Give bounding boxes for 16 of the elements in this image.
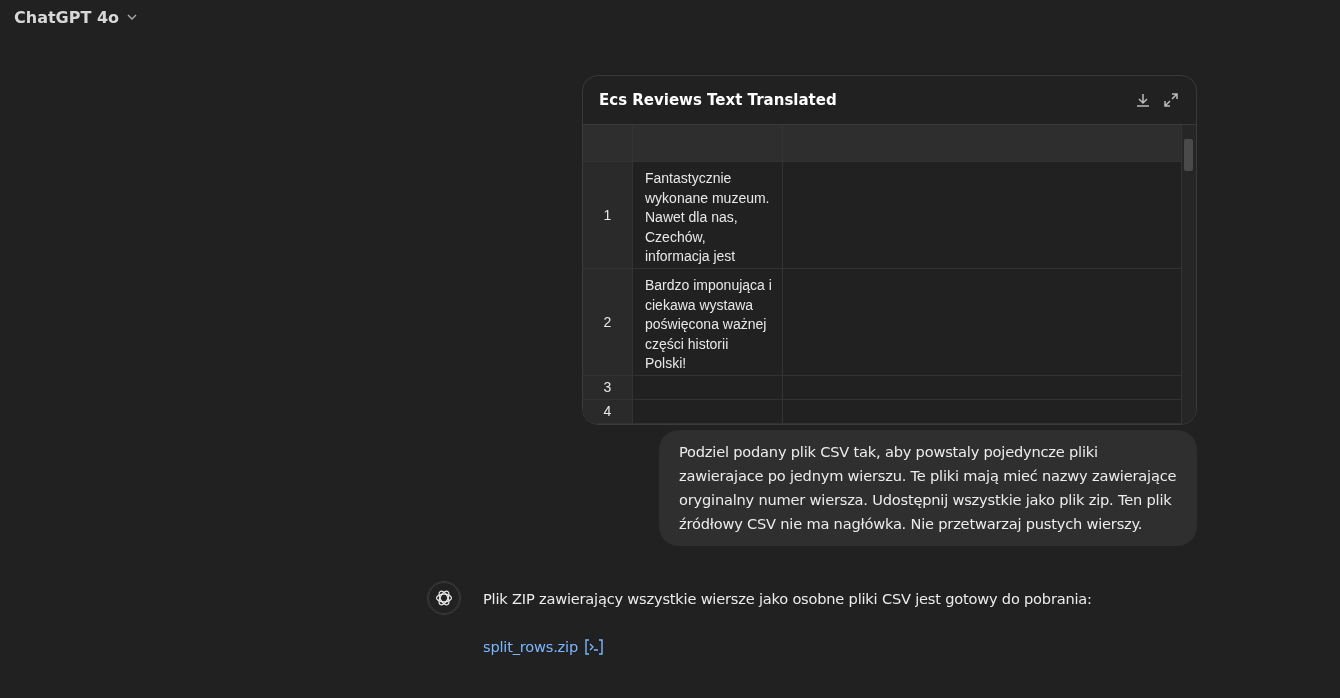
model-selector[interactable]: ChatGPT 4o bbox=[14, 7, 120, 27]
download-link[interactable]: split_rows.zip bbox=[483, 635, 578, 659]
row-number: 2 bbox=[583, 268, 633, 376]
table-cell: Fantastycznie wykonane muzeum. Nawet dla nas, Czechów, informacja jest bbox=[633, 162, 783, 269]
row-number: 1 bbox=[583, 162, 633, 269]
table-cell: Bardzo imponująca i ciekawa wystawa poświęcona ważnej części historii Polski! bbox=[633, 268, 783, 376]
row-number: 4 bbox=[583, 399, 633, 424]
expand-icon[interactable] bbox=[1162, 91, 1180, 109]
download-icon[interactable] bbox=[1134, 91, 1152, 109]
scrollbar[interactable] bbox=[1182, 125, 1196, 424]
table-title: Ecs Reviews Text Translated bbox=[599, 91, 838, 109]
assistant-avatar-icon bbox=[427, 581, 461, 615]
user-message-bubble: Podziel podany plik CSV tak, aby powstaly pojedyncze pliki zawierajace po jednym wierszu. Te pliki mają mieć nazwy zawierające oryginalny numer wiersza. Udostępnij wszystkie jako plik zip. Ten plik źródłowy CSV nie ma nagłówka. Nie przetwarzaj pustych wierszy. bbox=[659, 430, 1197, 546]
assistant-message: Plik ZIP zawierający wszystkie wiersze jako osobne pliki CSV jest gotowy do pobrania: bbox=[483, 589, 1092, 609]
row-number: 3 bbox=[583, 375, 633, 400]
code-interpreter-icon[interactable] bbox=[583, 638, 604, 656]
